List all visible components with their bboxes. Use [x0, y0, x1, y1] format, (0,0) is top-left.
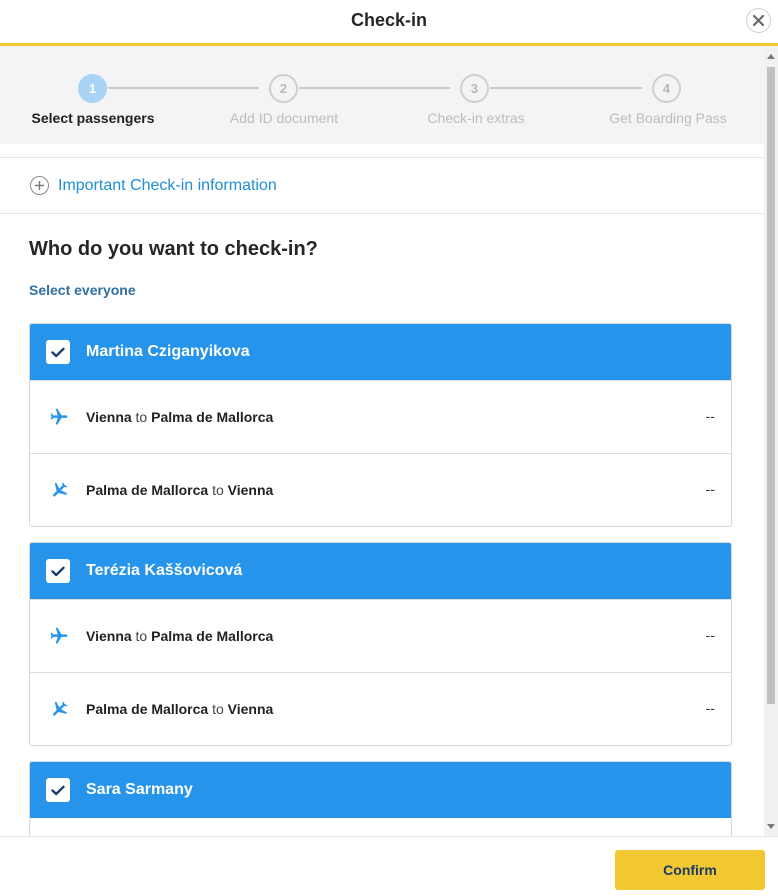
- origin: Palma de Mallorca: [86, 482, 209, 498]
- plane-return-icon: [48, 479, 70, 501]
- scroll-down-icon[interactable]: [767, 824, 775, 829]
- step-3-circle: 3: [460, 74, 489, 103]
- passenger-card: Terézia Kaššovicová Vienna to Palma de M…: [29, 542, 732, 746]
- vertical-scrollbar[interactable]: [764, 46, 778, 836]
- route-connector: to: [135, 409, 148, 425]
- passenger-header[interactable]: Sara Sarmany: [30, 762, 731, 818]
- destination: Vienna: [227, 482, 274, 498]
- flight-route: Palma de Mallorca to Vienna: [86, 482, 273, 498]
- important-info-toggle[interactable]: Important Check-in information: [0, 157, 764, 214]
- origin: Palma de Mallorca: [86, 701, 209, 717]
- checkmark-icon: [51, 785, 65, 795]
- step-1-label: Select passengers: [31, 110, 155, 126]
- leg-status: --: [705, 408, 715, 424]
- route-connector: to: [212, 482, 224, 498]
- passenger-checkbox[interactable]: [46, 778, 70, 802]
- flight-leg: Vienna to Palma de Mallorca --: [30, 380, 731, 453]
- passenger-name: Terézia Kaššovicová: [86, 562, 243, 579]
- confirm-button[interactable]: Confirm: [615, 850, 765, 890]
- select-everyone-link[interactable]: Select everyone: [29, 282, 136, 298]
- close-icon: [753, 15, 764, 26]
- route-connector: to: [135, 628, 148, 644]
- checkmark-icon: [51, 347, 65, 357]
- passenger-card: Martina Cziganyikova Vienna to Palma de …: [29, 323, 732, 527]
- destination: Palma de Mallorca: [151, 628, 274, 644]
- passenger-checkbox[interactable]: [46, 340, 70, 364]
- passenger-name: Sara Sarmany: [86, 781, 193, 798]
- passenger-header[interactable]: Martina Cziganyikova: [30, 324, 731, 380]
- plane-return-icon: [48, 698, 70, 720]
- flight-leg: Palma de Mallorca to Vienna --: [30, 453, 731, 526]
- page-title: Check-in: [350, 10, 428, 30]
- flight-leg: Vienna to Palma de Mallorca --: [30, 599, 731, 672]
- important-info-link[interactable]: Important Check-in information: [58, 177, 277, 195]
- flight-route: Vienna to Palma de Mallorca: [86, 628, 273, 644]
- passenger-checkbox[interactable]: [46, 559, 70, 583]
- leg-status: --: [705, 700, 715, 716]
- progress-stepper: 1 2 3 4 Select passengers Add ID documen…: [0, 46, 764, 144]
- section-heading: Who do you want to check-in?: [29, 238, 318, 260]
- step-4-circle: 4: [652, 74, 681, 103]
- close-button[interactable]: [746, 8, 771, 33]
- route-connector: to: [212, 701, 224, 717]
- leg-status: --: [705, 481, 715, 497]
- modal-footer: Confirm: [0, 836, 778, 896]
- step-connector: [108, 87, 259, 89]
- step-3-label: Check-in extras: [427, 110, 525, 126]
- step-4-label: Get Boarding Pass: [609, 110, 727, 126]
- passenger-name: Martina Cziganyikova: [86, 343, 250, 360]
- step-2-label: Add ID document: [229, 110, 339, 126]
- plane-departure-icon: [48, 406, 70, 428]
- leg-status: --: [705, 627, 715, 643]
- modal-body[interactable]: 1 2 3 4 Select passengers Add ID documen…: [0, 46, 764, 836]
- flight-route: Vienna to Palma de Mallorca: [86, 409, 273, 425]
- destination: Vienna: [227, 701, 274, 717]
- step-1-circle: 1: [78, 74, 107, 103]
- scroll-up-icon[interactable]: [767, 54, 775, 59]
- passenger-card: Sara Sarmany: [29, 761, 732, 836]
- checkmark-icon: [51, 566, 65, 576]
- plus-circle-icon: [30, 176, 49, 195]
- scrollbar-thumb[interactable]: [767, 67, 775, 704]
- passenger-header[interactable]: Terézia Kaššovicová: [30, 543, 731, 599]
- step-connector: [490, 87, 642, 89]
- flight-route: Palma de Mallorca to Vienna: [86, 701, 273, 717]
- origin: Vienna: [86, 409, 132, 425]
- step-connector: [299, 87, 450, 89]
- plane-departure-icon: [48, 625, 70, 647]
- flight-leg: Palma de Mallorca to Vienna --: [30, 672, 731, 745]
- modal-header: Check-in: [0, 0, 778, 46]
- origin: Vienna: [86, 628, 132, 644]
- step-2-circle: 2: [269, 74, 298, 103]
- destination: Palma de Mallorca: [151, 409, 274, 425]
